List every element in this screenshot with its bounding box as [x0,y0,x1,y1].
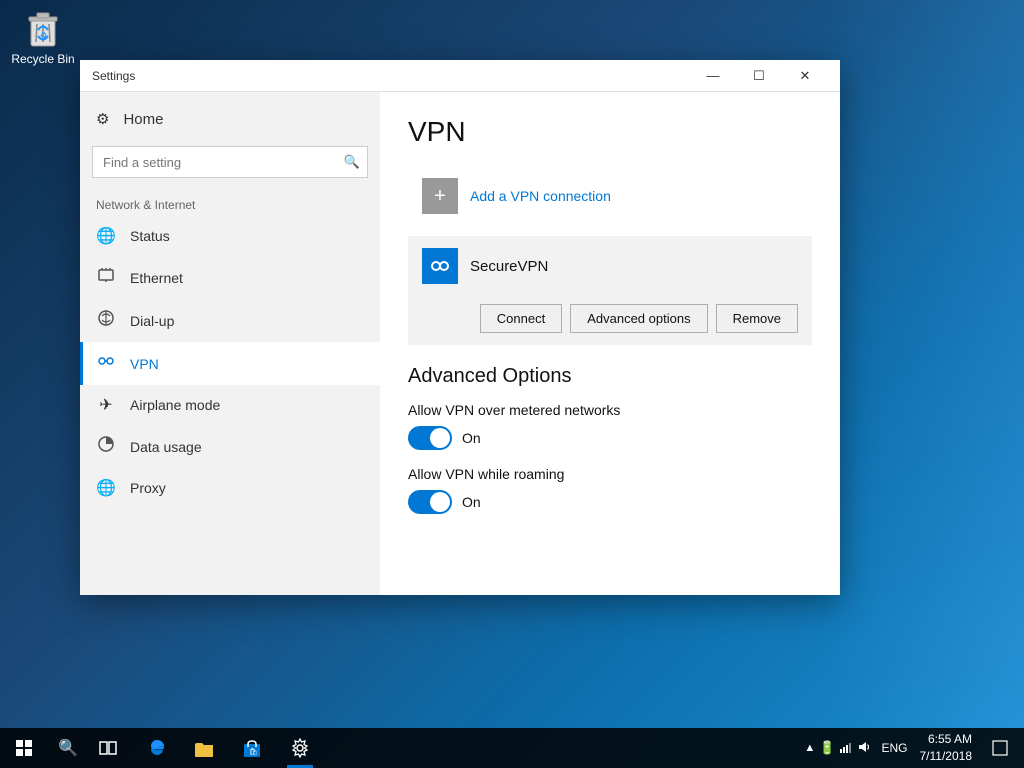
home-icon: ⚙ [96,110,109,128]
airplane-label: Airplane mode [130,397,220,413]
window-title: Settings [92,69,690,83]
add-vpn-label: Add a VPN connection [470,188,611,204]
page-title: VPN [408,116,812,148]
toggle-roaming-container: On [408,490,812,514]
toggle-metered-state: On [462,430,481,446]
start-button[interactable] [0,728,48,768]
settings-body: ⚙ Home 🔍 Network & Internet 🌐 Status [80,92,840,595]
sidebar-item-dialup[interactable]: Dial-up [80,299,380,342]
sidebar-item-datausage[interactable]: Data usage [80,425,380,468]
toggle-roaming-row: Allow VPN while roaming On [408,466,812,514]
recycle-bin-icon[interactable]: ♻ Recycle Bin [8,8,78,66]
sidebar-item-status[interactable]: 🌐 Status [80,216,380,256]
vpn-logo [422,248,458,284]
maximize-button[interactable]: ☐ [736,60,782,92]
toggle-metered-container: On [408,426,812,450]
sidebar-search: 🔍 [92,146,368,178]
taskbar-app-icons: 🛍 [128,728,328,768]
home-label: Home [123,111,163,128]
desktop: ♻ Recycle Bin Settings — ☐ ✕ ⚙ Home [0,0,1024,768]
advanced-options-button[interactable]: Advanced options [570,304,707,333]
task-view-button[interactable] [88,728,128,768]
toggle-metered-label: Allow VPN over metered networks [408,402,812,418]
vpn-item: SecureVPN Connect Advanced options Remov… [408,236,812,345]
sidebar-item-home[interactable]: ⚙ Home [80,100,380,138]
sidebar-item-vpn[interactable]: VPN [80,342,380,385]
taskbar-explorer-icon[interactable] [184,728,224,768]
title-bar: Settings — ☐ ✕ [80,60,840,92]
toggle-roaming-state: On [462,494,481,510]
datausage-label: Data usage [130,439,202,455]
taskbar-settings-icon[interactable] [280,728,320,768]
sidebar-section-label: Network & Internet [80,186,380,216]
taskbar-search-button[interactable]: 🔍 [48,728,88,768]
add-vpn-icon: + [422,178,458,214]
toggle-metered-row: Allow VPN over metered networks On [408,402,812,450]
add-vpn-button[interactable]: + Add a VPN connection [408,168,625,224]
ethernet-icon [96,266,116,289]
current-time: 6:55 AM [928,731,972,748]
status-label: Status [130,228,170,244]
vpn-icon [96,352,116,375]
dialup-label: Dial-up [130,313,174,329]
taskbar-edge-icon[interactable] [136,728,176,768]
vpn-label: VPN [130,356,159,372]
taskbar-clock[interactable]: 6:55 AM 7/11/2018 [914,731,979,765]
vpn-item-header: SecureVPN [408,236,812,296]
close-button[interactable]: ✕ [782,60,828,92]
svg-text:🛍: 🛍 [249,747,258,756]
search-input[interactable] [92,146,368,178]
datausage-icon [96,435,116,458]
sidebar-item-airplane[interactable]: ✈ Airplane mode [80,385,380,425]
current-date: 7/11/2018 [920,748,973,765]
toggle-roaming-label: Allow VPN while roaming [408,466,812,482]
volume-icon[interactable] [857,740,871,757]
sidebar-item-proxy[interactable]: 🌐 Proxy [80,468,380,508]
dialup-icon [96,309,116,332]
svg-text:♻: ♻ [40,31,47,40]
taskbar: 🔍 [0,728,1024,768]
connect-button[interactable]: Connect [480,304,562,333]
toggle-roaming-switch[interactable] [408,490,452,514]
sidebar-item-ethernet[interactable]: Ethernet [80,256,380,299]
taskbar-store-icon[interactable]: 🛍 [232,728,272,768]
status-icon: 🌐 [96,226,116,246]
toggle-metered-switch[interactable] [408,426,452,450]
recycle-bin-label: Recycle Bin [11,52,74,66]
vpn-actions: Connect Advanced options Remove [408,296,812,345]
ethernet-label: Ethernet [130,270,183,286]
advanced-options-title: Advanced Options [408,365,812,388]
main-content: VPN + Add a VPN connection [380,92,840,595]
battery-icon: 🔋 [819,740,835,756]
remove-button[interactable]: Remove [716,304,798,333]
proxy-label: Proxy [130,480,166,496]
up-arrow-icon[interactable]: ▲ [804,742,815,754]
notification-button[interactable] [984,728,1016,768]
taskbar-right: ▲ 🔋 ENG [792,728,1024,768]
system-tray-icons: ▲ 🔋 [800,740,875,757]
network-icon [839,740,853,757]
sidebar: ⚙ Home 🔍 Network & Internet 🌐 Status [80,92,380,595]
minimize-button[interactable]: — [690,60,736,92]
language-indicator[interactable]: ENG [881,741,907,755]
vpn-item-name: SecureVPN [470,258,798,275]
search-icon: 🔍 [344,154,360,170]
airplane-icon: ✈ [96,395,116,415]
window-controls: — ☐ ✕ [690,60,828,92]
desktop-glow [824,0,1024,768]
settings-window: Settings — ☐ ✕ ⚙ Home 🔍 [80,60,840,595]
proxy-icon: 🌐 [96,478,116,498]
